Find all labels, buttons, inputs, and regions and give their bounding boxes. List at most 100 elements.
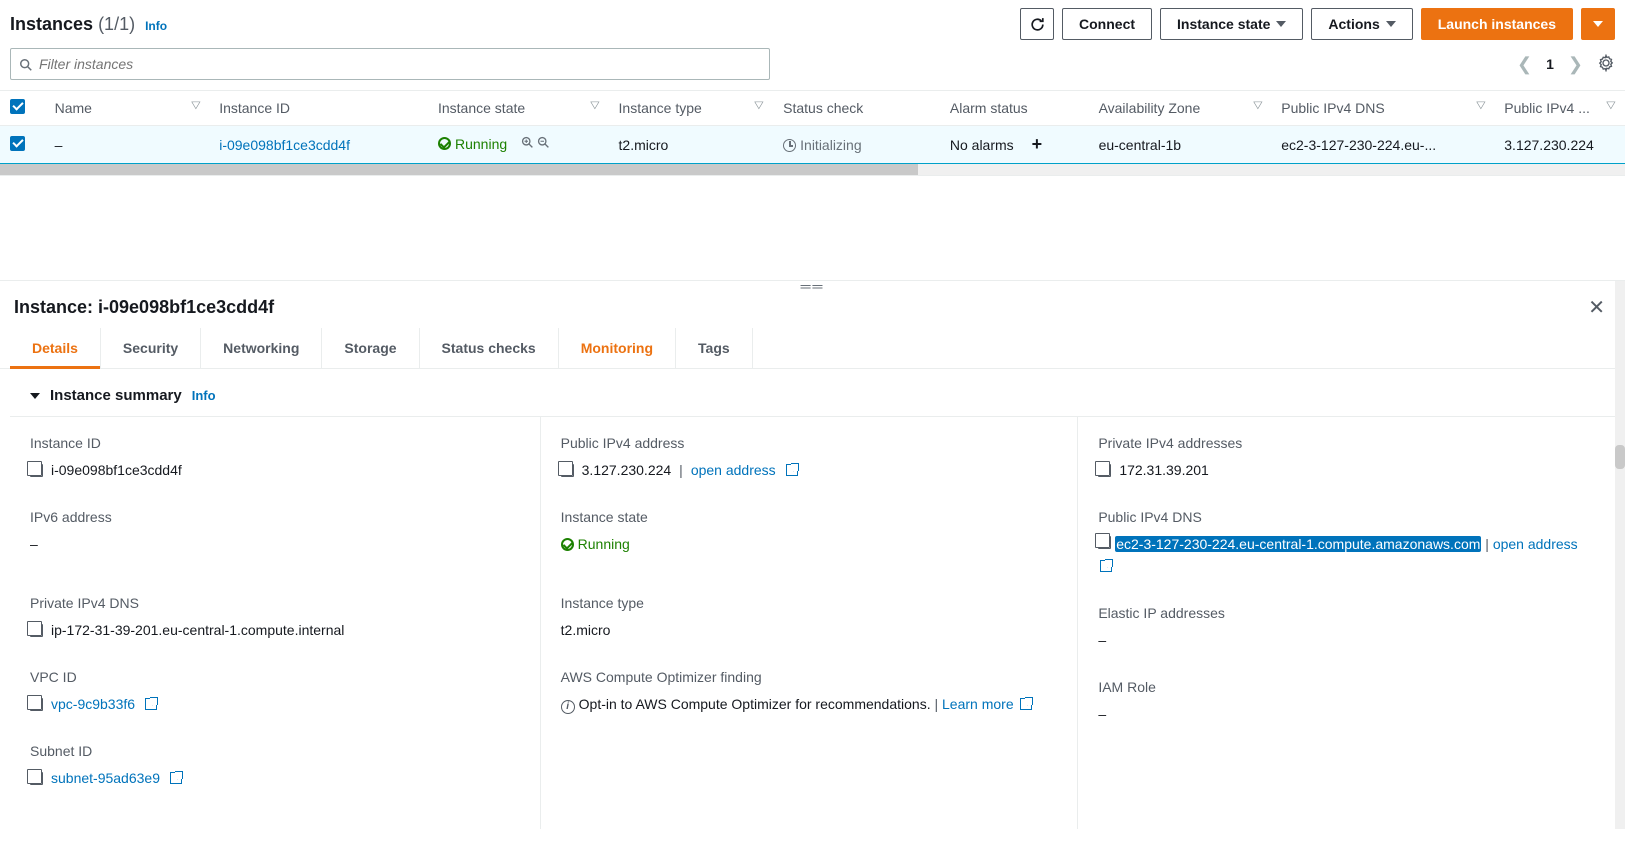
- external-link-icon[interactable]: [145, 698, 157, 710]
- cell-status: Initializing: [773, 126, 940, 164]
- cell-state: Running: [438, 136, 507, 152]
- label-optimizer: AWS Compute Optimizer finding: [561, 669, 1058, 685]
- vertical-scrollbar[interactable]: [1615, 281, 1625, 829]
- add-alarm-icon[interactable]: +: [1032, 134, 1043, 155]
- tab-security[interactable]: Security: [101, 328, 201, 368]
- col-instance-id[interactable]: Instance ID: [209, 91, 428, 126]
- close-panel-button[interactable]: ✕: [1588, 295, 1605, 320]
- filter-input-container[interactable]: [10, 48, 770, 80]
- zoom-out-icon: [537, 136, 551, 150]
- value-instance-id: i-09e098bf1ce3cdd4f: [51, 459, 182, 481]
- copy-icon[interactable]: [30, 464, 43, 477]
- cell-name: –: [45, 126, 210, 164]
- value-public-dns: ec2-3-127-230-224.eu-central-1.compute.a…: [1115, 536, 1481, 552]
- copy-icon[interactable]: [561, 464, 574, 477]
- clock-icon: [783, 139, 796, 152]
- launch-instances-dropdown[interactable]: [1581, 8, 1615, 40]
- label-instance-id: Instance ID: [30, 435, 520, 451]
- chevron-down-icon: [1593, 21, 1603, 27]
- col-az[interactable]: Availability Zone▽: [1089, 91, 1272, 126]
- running-icon: [438, 137, 451, 150]
- col-public-dns[interactable]: Public IPv4 DNS▽: [1271, 91, 1494, 126]
- actions-button[interactable]: Actions: [1311, 8, 1412, 40]
- label-elastic-ip: Elastic IP addresses: [1098, 605, 1595, 621]
- label-iam: IAM Role: [1098, 679, 1595, 695]
- col-public-ip[interactable]: Public IPv4 ...▽: [1494, 91, 1625, 126]
- value-vpc[interactable]: vpc-9c9b33f6: [51, 693, 135, 715]
- cell-az: eu-central-1b: [1089, 126, 1272, 164]
- col-status-check[interactable]: Status check: [773, 91, 940, 126]
- copy-icon[interactable]: [1098, 464, 1111, 477]
- gear-icon: [1597, 54, 1615, 72]
- value-ipv6: –: [30, 533, 520, 555]
- tab-networking[interactable]: Networking: [201, 328, 322, 368]
- search-icon: [19, 58, 33, 72]
- page-number: 1: [1546, 56, 1554, 72]
- label-state: Instance state: [561, 509, 1058, 525]
- prev-page-button[interactable]: ❮: [1517, 55, 1532, 73]
- open-address-link[interactable]: open address: [1493, 536, 1578, 552]
- horizontal-scrollbar[interactable]: [0, 164, 1625, 176]
- col-name[interactable]: Name▽: [45, 91, 210, 126]
- tab-details[interactable]: Details: [10, 328, 101, 368]
- cell-instance-id[interactable]: i-09e098bf1ce3cdd4f: [219, 137, 350, 153]
- label-ipv6: IPv6 address: [30, 509, 520, 525]
- value-subnet[interactable]: subnet-95ad63e9: [51, 767, 160, 789]
- col-alarm-status[interactable]: Alarm status: [940, 91, 1089, 126]
- label-subnet: Subnet ID: [30, 743, 520, 759]
- info-link[interactable]: Info: [145, 19, 167, 33]
- value-elastic-ip: –: [1098, 629, 1595, 651]
- value-private-ipv4: 172.31.39.201: [1119, 459, 1209, 481]
- copy-icon[interactable]: [30, 772, 43, 785]
- state-zoom-controls[interactable]: [521, 136, 551, 150]
- copy-icon[interactable]: [30, 698, 43, 711]
- filter-input[interactable]: [39, 56, 761, 72]
- tab-status-checks[interactable]: Status checks: [420, 328, 559, 368]
- open-address-link[interactable]: open address: [691, 459, 776, 481]
- copy-icon[interactable]: [30, 624, 43, 637]
- zoom-in-icon: [521, 136, 535, 150]
- chevron-down-icon: [1386, 21, 1396, 27]
- copy-icon[interactable]: [1098, 536, 1111, 549]
- refresh-button[interactable]: [1020, 8, 1054, 40]
- external-link-icon[interactable]: [1100, 560, 1112, 572]
- instance-state-button[interactable]: Instance state: [1160, 8, 1303, 40]
- triangle-down-icon: [30, 393, 40, 399]
- label-private-ipv4: Private IPv4 addresses: [1098, 435, 1595, 451]
- select-all-checkbox[interactable]: [10, 99, 25, 114]
- panel-title: Instance: i-09e098bf1ce3cdd4f: [14, 297, 274, 318]
- value-iam: –: [1098, 703, 1595, 725]
- chevron-down-icon: [1276, 21, 1286, 27]
- settings-button[interactable]: [1597, 54, 1615, 75]
- cell-alarms: No alarms+: [940, 126, 1089, 164]
- row-checkbox[interactable]: [10, 136, 25, 151]
- cell-public-ip: 3.127.230.224: [1494, 126, 1625, 164]
- value-state: Running: [561, 533, 630, 555]
- value-public-ipv4: 3.127.230.224: [582, 459, 672, 481]
- running-icon: [561, 538, 574, 551]
- external-link-icon[interactable]: [170, 772, 182, 784]
- label-type: Instance type: [561, 595, 1058, 611]
- launch-instances-button[interactable]: Launch instances: [1421, 8, 1573, 40]
- cell-public-dns: ec2-3-127-230-224.eu-...: [1271, 126, 1494, 164]
- cell-type: t2.micro: [609, 126, 774, 164]
- info-icon: i: [561, 700, 575, 714]
- next-page-button[interactable]: ❯: [1568, 55, 1583, 73]
- label-public-ipv4: Public IPv4 address: [561, 435, 1058, 451]
- connect-button[interactable]: Connect: [1062, 8, 1152, 40]
- table-row[interactable]: – i-09e098bf1ce3cdd4f Running t2.micro I…: [0, 126, 1625, 164]
- value-private-dns: ip-172-31-39-201.eu-central-1.compute.in…: [51, 619, 344, 641]
- tab-monitoring[interactable]: Monitoring: [559, 328, 676, 368]
- summary-info-link[interactable]: Info: [192, 388, 216, 403]
- external-link-icon[interactable]: [786, 464, 798, 476]
- page-title: Instances (1/1): [10, 14, 135, 35]
- learn-more-link[interactable]: Learn more: [942, 696, 1014, 712]
- label-private-dns: Private IPv4 DNS: [30, 595, 520, 611]
- tab-storage[interactable]: Storage: [322, 328, 419, 368]
- external-link-icon[interactable]: [1020, 698, 1032, 710]
- drag-handle[interactable]: ══: [0, 281, 1625, 291]
- tab-tags[interactable]: Tags: [676, 328, 753, 368]
- col-instance-state[interactable]: Instance state▽: [428, 91, 609, 126]
- instance-summary-toggle[interactable]: Instance summary Info: [0, 369, 1625, 416]
- col-instance-type[interactable]: Instance type▽: [609, 91, 774, 126]
